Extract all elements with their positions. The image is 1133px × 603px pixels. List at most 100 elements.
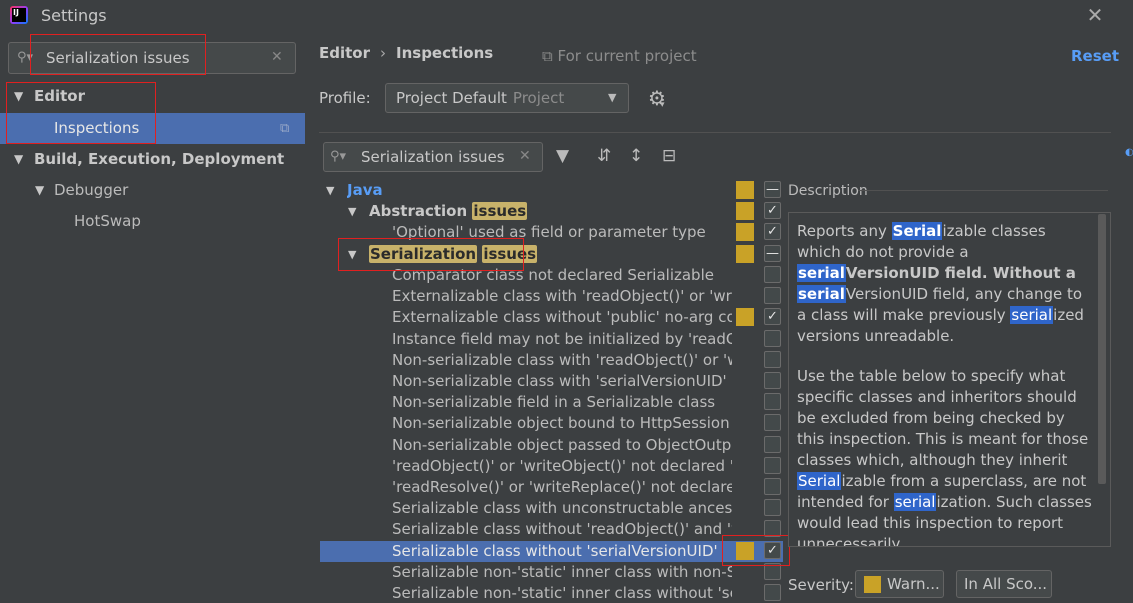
sidebar-item-inspections[interactable]: Inspections ⧉ — [0, 113, 305, 144]
checkbox[interactable]: ✓ — [764, 223, 781, 240]
description-scrollbar[interactable] — [1098, 214, 1106, 484]
reset-to-default-icon[interactable]: ⊟ — [662, 146, 676, 166]
severity-warning-swatch — [736, 308, 754, 326]
tree-item[interactable]: Non-serializable class with 'serialVersi… — [320, 371, 783, 392]
inspections-panel: Editor › Inspections ⧉ For current project… — [305, 32, 1133, 603]
tree-item[interactable]: Non-serializable object bound to HttpSes… — [320, 413, 783, 434]
mixed-checkbox[interactable]: — — [764, 245, 781, 262]
clear-search-icon[interactable]: ✕ — [519, 148, 531, 164]
tree-item[interactable]: Non-serializable class with 'readObject(… — [320, 350, 783, 371]
clear-search-icon[interactable]: ✕ — [271, 49, 283, 65]
severity-dropdown[interactable]: Warn... — [855, 570, 944, 598]
checkbox[interactable] — [764, 287, 781, 304]
tree-group-label: Abstraction — [369, 202, 468, 220]
tree-item[interactable]: Instance field may not be initialized by… — [320, 329, 783, 350]
tree-item[interactable]: 'readResolve()' or 'writeReplace()' not … — [320, 477, 783, 498]
window-title: Settings — [41, 6, 107, 25]
settings-search-input[interactable]: ⚲▾ Serialization issues ✕ — [8, 42, 296, 74]
breadcrumb-editor[interactable]: Editor — [319, 44, 370, 62]
intellij-logo-icon: IJ — [10, 6, 28, 24]
tree-item-label: Non-serializable class with 'serialVersi… — [392, 372, 727, 390]
expand-all-icon[interactable]: ⇵ — [597, 146, 611, 166]
tree-item-label: Non-serializable class with 'readObject(… — [392, 351, 732, 369]
close-icon[interactable]: ✕ — [1083, 3, 1107, 27]
scope-note: ⧉ For current project — [542, 47, 697, 65]
breadcrumb: Editor › Inspections — [319, 44, 493, 62]
expanded-arrow-icon[interactable]: ▼ — [348, 201, 356, 222]
severity-warning-swatch — [736, 542, 754, 560]
checkbox[interactable] — [764, 478, 781, 495]
expanded-arrow-icon[interactable]: ▼ — [326, 180, 334, 201]
tree-item[interactable]: Serializable class without 'readObject()… — [320, 519, 783, 540]
description-paragraph: Reports any Serializable classes which d… — [797, 222, 1084, 345]
severity-warning-swatch — [864, 576, 881, 593]
sidebar-item-build-execution-deployment[interactable]: ▼ Build, Execution, Deployment — [0, 144, 305, 175]
sidebar-item-hotswap[interactable]: HotSwap — [0, 206, 305, 237]
sidebar-item-debugger[interactable]: ▼ Debugger — [0, 175, 305, 206]
filter-icon[interactable]: ▼ — [556, 146, 569, 166]
reset-link[interactable]: Reset — [1071, 47, 1119, 65]
tree-item-label: Non-serializable object bound to HttpSes… — [392, 414, 730, 432]
scope-dropdown[interactable]: In All Sco... — [956, 570, 1052, 598]
sidebar-item-label: Debugger — [54, 181, 129, 199]
collapse-panel-icon[interactable]: ◐ — [1125, 147, 1133, 161]
checkbox[interactable] — [764, 499, 781, 516]
expanded-arrow-icon[interactable]: ▼ — [14, 144, 23, 175]
divider — [319, 132, 1111, 133]
tree-item[interactable]: Comparator class not declared Serializab… — [320, 265, 783, 286]
tree-item[interactable]: Serializable class with unconstructable … — [320, 498, 783, 519]
tree-item[interactable]: Serializable non-'static' inner class wi… — [320, 583, 783, 603]
tree-item[interactable]: Externalizable class with 'readObject()'… — [320, 286, 783, 307]
checkbox[interactable] — [764, 330, 781, 347]
checkbox[interactable] — [764, 266, 781, 283]
sidebar-item-editor[interactable]: ▼ Editor — [0, 81, 305, 112]
checkbox[interactable]: ✓ — [764, 542, 781, 559]
tree-item-label: Externalizable class without 'public' no… — [392, 308, 732, 326]
collapse-all-icon[interactable]: ↕ — [629, 146, 643, 166]
checkbox[interactable] — [764, 457, 781, 474]
checkbox[interactable]: ✓ — [764, 202, 781, 219]
scope-value: In All Sco... — [964, 575, 1048, 593]
tree-item[interactable]: Non-serializable object passed to Object… — [320, 435, 783, 456]
expanded-arrow-icon[interactable]: ▼ — [14, 81, 23, 112]
tree-group-abstraction-issues[interactable]: ▼ Abstraction issues ✓ — [320, 201, 783, 222]
sidebar-item-label: Editor — [34, 87, 85, 105]
inspection-search-input[interactable]: ⚲▾ Serialization issues ✕ — [323, 142, 543, 172]
description-label: Description — [788, 183, 868, 199]
tree-item[interactable]: 'Optional' used as field or parameter ty… — [320, 222, 783, 243]
tree-item-label: Externalizable class with 'readObject()'… — [392, 287, 732, 305]
checkbox[interactable] — [764, 393, 781, 410]
profile-type: Project — [512, 89, 565, 107]
breadcrumb-separator: › — [380, 44, 386, 62]
severity-value: Warn... — [887, 575, 940, 593]
checkbox[interactable] — [764, 520, 781, 537]
tree-group-serialization-issues[interactable]: ▼ Serialization issues — — [320, 244, 783, 265]
tree-item[interactable]: Non-serializable field in a Serializable… — [320, 392, 783, 413]
expanded-arrow-icon[interactable]: ▼ — [348, 244, 356, 265]
expanded-arrow-icon[interactable]: ▼ — [35, 175, 44, 206]
mixed-checkbox[interactable]: — — [764, 181, 781, 198]
tree-item-label: Comparator class not declared Serializab… — [392, 266, 714, 284]
tree-item[interactable]: 'readObject()' or 'writeObject()' not de… — [320, 456, 783, 477]
title-bar: IJ Settings ✕ — [0, 0, 1133, 32]
checkbox[interactable] — [764, 414, 781, 431]
checkbox[interactable] — [764, 584, 781, 601]
tree-item[interactable]: Externalizable class without 'public' no… — [320, 307, 783, 328]
profile-dropdown[interactable]: Project Default Project ▼ — [385, 83, 629, 113]
checkbox[interactable]: ✓ — [764, 308, 781, 325]
severity-label: Severity: — [788, 576, 854, 594]
checkbox[interactable] — [764, 372, 781, 389]
profile-label: Profile: — [319, 89, 371, 107]
tree-item[interactable]: Serializable class without 'serialVersio… — [320, 541, 783, 562]
search-highlight: Serialization — [369, 245, 478, 263]
search-icon: ⚲▾ — [330, 149, 347, 164]
gear-icon[interactable]: ⚙ ▾ — [648, 86, 666, 110]
tree-item-label: 'readResolve()' or 'writeReplace()' not … — [392, 478, 732, 496]
tree-item[interactable]: Serializable non-'static' inner class wi… — [320, 562, 783, 583]
breadcrumb-inspections: Inspections — [396, 44, 494, 62]
severity-warning-swatch — [736, 223, 754, 241]
tree-group-java[interactable]: ▼ Java — — [320, 180, 783, 201]
checkbox[interactable] — [764, 436, 781, 453]
checkbox[interactable] — [764, 563, 781, 580]
checkbox[interactable] — [764, 351, 781, 368]
